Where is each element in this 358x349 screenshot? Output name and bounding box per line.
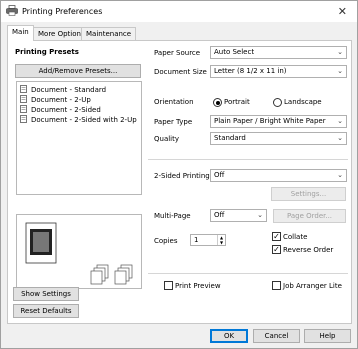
list-item[interactable]: Document - 2-Sided (20, 105, 101, 114)
quality-select[interactable]: Standard ⌄ (210, 132, 347, 145)
main-tab-panel: Printing Presets Add/Remove Presets... D… (7, 40, 352, 324)
orientation-label: Orientation (154, 98, 194, 106)
document-icon (20, 95, 27, 103)
two-sided-label: 2-Sided Printing (154, 172, 210, 180)
quality-value: Standard (214, 134, 246, 142)
multi-page-label: Multi-Page (154, 212, 191, 220)
paper-type-label: Paper Type (154, 118, 193, 126)
show-settings-button[interactable]: Show Settings (13, 287, 79, 301)
multi-page-value: Off (214, 211, 225, 219)
divider (148, 159, 348, 160)
reverse-order-checkbox[interactable]: ✓ (272, 245, 281, 254)
chevron-down-icon: ⌄ (337, 171, 343, 179)
window-title: Printing Preferences (22, 7, 103, 16)
quality-label: Quality (154, 135, 180, 143)
preview-illustration (25, 222, 133, 285)
page-order-button[interactable]: Page Order... (273, 209, 346, 223)
paper-source-label: Paper Source (154, 49, 201, 57)
printing-preferences-window: Printing Preferences ✕ Main More Options… (0, 0, 358, 349)
reverse-order-label: Reverse Order (283, 246, 334, 254)
portrait-radio[interactable] (213, 98, 222, 107)
document-size-select[interactable]: Letter (8 1/2 x 11 in) ⌄ (210, 65, 347, 78)
chevron-down-icon: ⌄ (337, 117, 343, 125)
help-button[interactable]: Help (304, 329, 351, 343)
paper-source-select[interactable]: Auto Select ⌄ (210, 46, 347, 59)
cancel-button[interactable]: Cancel (253, 329, 300, 343)
landscape-label: Landscape (284, 98, 322, 106)
printer-icon (6, 5, 18, 16)
job-arranger-label: Job Arranger Lite (283, 282, 342, 290)
two-sided-select[interactable]: Off ⌄ (210, 169, 347, 182)
two-sided-settings-button[interactable]: Settings... (271, 187, 346, 201)
list-item-label: Document - 2-Sided with 2-Up (31, 116, 137, 124)
list-item-label: Document - 2-Sided (31, 106, 101, 114)
list-item[interactable]: Document - 2-Up (20, 95, 91, 104)
document-size-value: Letter (8 1/2 x 11 in) (214, 67, 287, 75)
presets-list[interactable]: Document - Standard Document - 2-Up Docu… (16, 81, 142, 195)
job-arranger-checkbox[interactable] (272, 281, 281, 290)
add-remove-presets-button[interactable]: Add/Remove Presets... (15, 64, 141, 78)
list-item[interactable]: Document - 2-Sided with 2-Up (20, 115, 137, 124)
document-icon (20, 85, 27, 93)
copies-label: Copies (154, 237, 178, 245)
copies-stepper[interactable]: 1 ▲ ▼ (190, 234, 226, 246)
list-item-label: Document - Standard (31, 86, 107, 94)
two-sided-value: Off (214, 171, 225, 179)
copies-value: 1 (194, 236, 199, 244)
tab-main[interactable]: Main (7, 25, 34, 41)
print-preview-checkbox[interactable] (164, 281, 173, 290)
document-size-label: Document Size (154, 68, 207, 76)
paper-type-select[interactable]: Plain Paper / Bright White Paper ⌄ (210, 115, 347, 128)
decrement-icon[interactable]: ▼ (217, 240, 225, 245)
close-icon[interactable]: ✕ (338, 5, 347, 18)
paper-type-value: Plain Paper / Bright White Paper (214, 117, 326, 125)
ok-button[interactable]: OK (210, 329, 248, 343)
list-item[interactable]: Document - Standard (20, 85, 106, 94)
collate-copies-icon (90, 264, 133, 285)
document-icon (20, 105, 27, 113)
chevron-down-icon: ⌄ (337, 67, 343, 75)
chevron-down-icon: ⌄ (337, 48, 343, 56)
list-item-label: Document - 2-Up (31, 96, 91, 104)
presets-heading: Printing Presets (15, 48, 79, 56)
collate-checkbox[interactable]: ✓ (272, 232, 281, 241)
reset-defaults-button[interactable]: Reset Defaults (13, 304, 79, 318)
portrait-label: Portrait (224, 98, 250, 106)
print-preview-pane (16, 214, 142, 289)
multi-page-select[interactable]: Off ⌄ (210, 209, 267, 222)
chevron-down-icon: ⌄ (257, 211, 263, 219)
chevron-down-icon: ⌄ (337, 134, 343, 142)
document-icon (20, 115, 27, 123)
collate-label: Collate (283, 233, 308, 241)
tab-maintenance[interactable]: Maintenance (81, 27, 137, 40)
print-preview-label: Print Preview (175, 282, 221, 290)
paper-source-value: Auto Select (214, 48, 255, 56)
divider (148, 273, 348, 274)
title-bar: Printing Preferences ✕ (1, 1, 357, 22)
landscape-radio[interactable] (273, 98, 282, 107)
